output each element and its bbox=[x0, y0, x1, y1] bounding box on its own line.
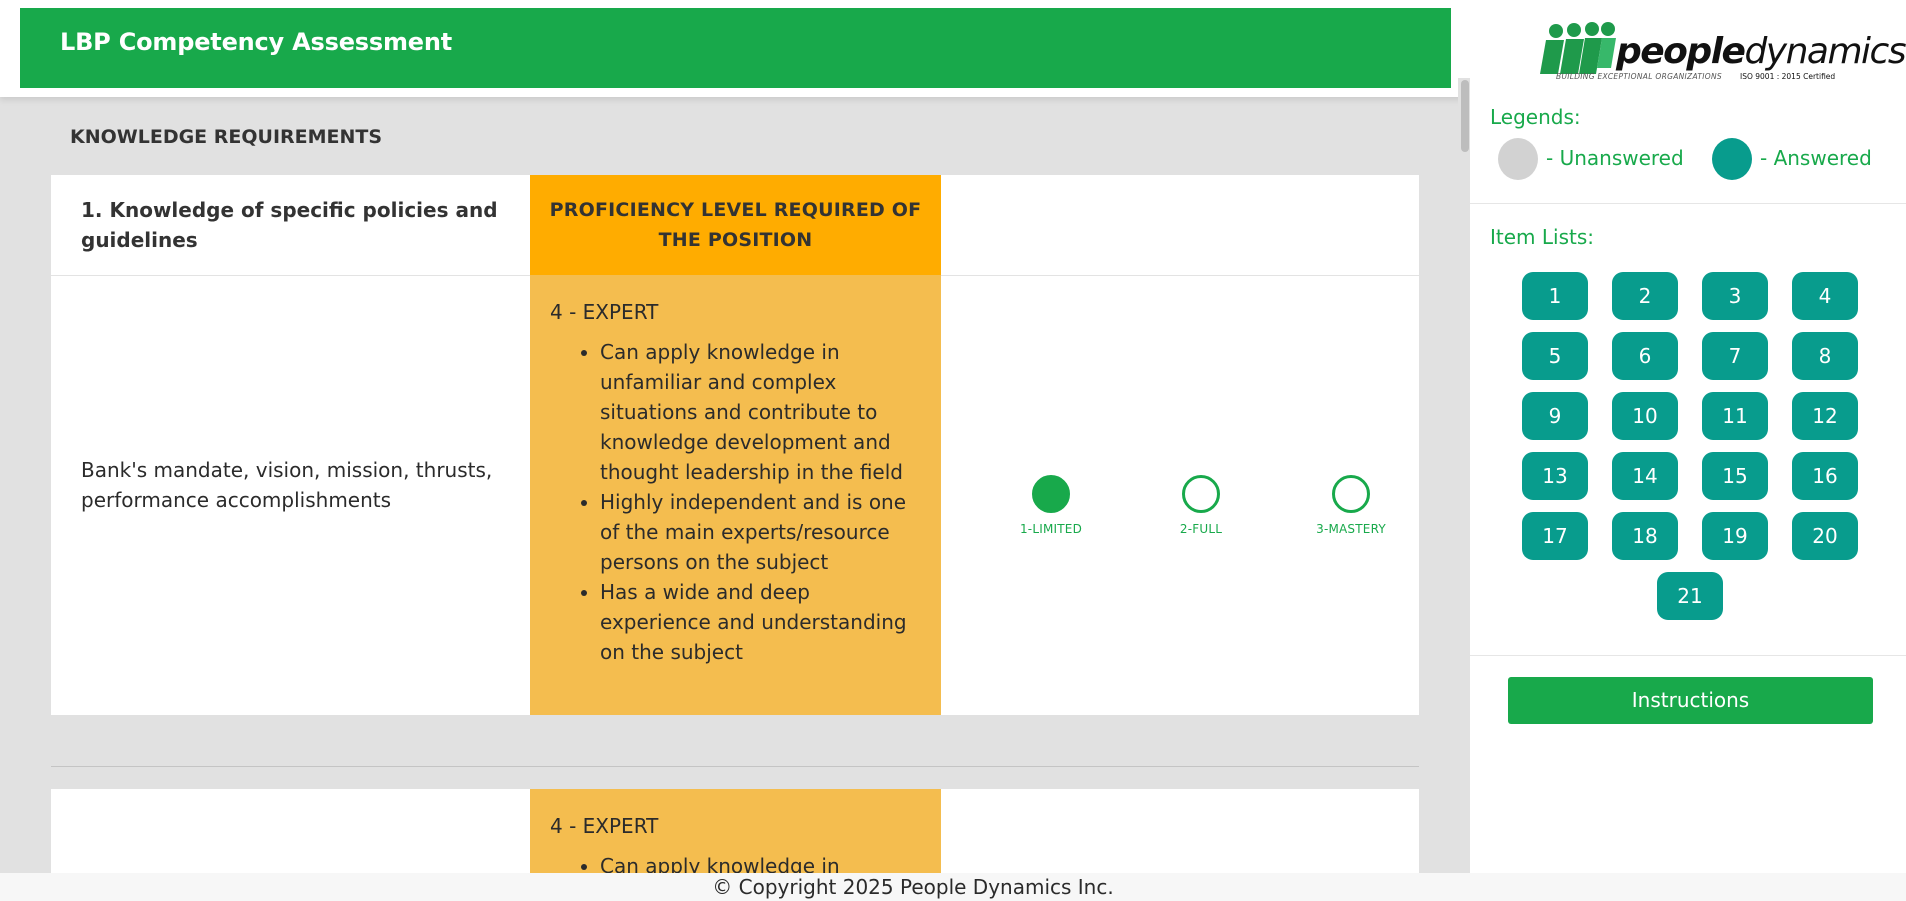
legend-answered-label: - Answered bbox=[1760, 146, 1872, 170]
divider bbox=[1470, 655, 1906, 656]
proficiency-header: PROFICIENCY LEVEL REQUIRED OF THE POSITI… bbox=[530, 175, 941, 275]
scrollbar-thumb[interactable] bbox=[1461, 80, 1469, 152]
divider bbox=[51, 766, 1419, 767]
page-title: LBP Competency Assessment bbox=[60, 28, 452, 56]
legend-unanswered-label: - Unanswered bbox=[1546, 146, 1684, 170]
legend: - Unanswered - Answered bbox=[1498, 138, 1898, 180]
logo-iso: ISO 9001 : 2015 Certified bbox=[1740, 72, 1836, 81]
item-button-10[interactable]: 10 bbox=[1612, 392, 1678, 440]
section-title: KNOWLEDGE REQUIREMENTS bbox=[70, 126, 383, 148]
proficiency-level: 4 - EXPERT bbox=[550, 300, 659, 324]
scrollbar-track[interactable] bbox=[1458, 78, 1470, 901]
proficiency-bullet: Can apply knowledge in unfamiliar and co… bbox=[600, 337, 921, 487]
main-content: LBP Competency Assessment KNOWLEDGE REQU… bbox=[0, 0, 1470, 901]
proficiency-description: 4 - EXPERT Can apply knowledge in unfami… bbox=[530, 275, 941, 715]
sidebar: peopledynamics BUILDING EXCEPTIONAL ORGA… bbox=[1470, 0, 1906, 873]
logo-word-light: dynamics bbox=[1744, 31, 1906, 72]
option-label: 3-MASTERY bbox=[1316, 522, 1386, 536]
item-lists-title: Item Lists: bbox=[1490, 225, 1595, 249]
legends-title: Legends: bbox=[1490, 105, 1581, 129]
item-button-15[interactable]: 15 bbox=[1702, 452, 1768, 500]
proficiency-bullet: Highly independent and is one of the mai… bbox=[600, 487, 921, 577]
question-card: 1. Knowledge of specific policies and gu… bbox=[51, 175, 1419, 715]
divider bbox=[1470, 203, 1906, 204]
item-button-20[interactable]: 20 bbox=[1792, 512, 1858, 560]
footer-copyright: © Copyright 2025 People Dynamics Inc. bbox=[0, 873, 1906, 901]
header-banner: LBP Competency Assessment bbox=[20, 8, 1451, 88]
proficiency-level: 4 - EXPERT bbox=[550, 814, 659, 838]
header-bar: LBP Competency Assessment bbox=[0, 0, 1470, 97]
item-button-18[interactable]: 18 bbox=[1612, 512, 1678, 560]
item-button-19[interactable]: 19 bbox=[1702, 512, 1768, 560]
instructions-button[interactable]: Instructions bbox=[1508, 677, 1873, 724]
radio-limited[interactable] bbox=[1032, 475, 1070, 513]
option-limited[interactable]: 1-LIMITED bbox=[991, 475, 1111, 536]
item-button-6[interactable]: 6 bbox=[1612, 332, 1678, 380]
item-button-4[interactable]: 4 bbox=[1792, 272, 1858, 320]
item-button-3[interactable]: 3 bbox=[1702, 272, 1768, 320]
radio-full[interactable] bbox=[1182, 475, 1220, 513]
rating-options: 1-LIMITED 2-FULL 3-MASTERY bbox=[991, 475, 1441, 555]
item-button-21[interactable]: 21 bbox=[1657, 572, 1723, 620]
item-button-14[interactable]: 14 bbox=[1612, 452, 1678, 500]
answered-dot-icon bbox=[1712, 138, 1752, 180]
option-label: 2-FULL bbox=[1179, 522, 1223, 536]
option-mastery[interactable]: 3-MASTERY bbox=[1291, 475, 1411, 536]
logo-wordmark: peopledynamics bbox=[1616, 31, 1906, 72]
logo-tagline: BUILDING EXCEPTIONAL ORGANIZATIONS bbox=[1556, 72, 1722, 81]
item-button-16[interactable]: 16 bbox=[1792, 452, 1858, 500]
unanswered-dot-icon bbox=[1498, 138, 1538, 180]
item-button-2[interactable]: 2 bbox=[1612, 272, 1678, 320]
item-button-12[interactable]: 12 bbox=[1792, 392, 1858, 440]
question-heading: 1. Knowledge of specific policies and gu… bbox=[81, 198, 498, 252]
option-label: 1-LIMITED bbox=[1019, 522, 1083, 536]
logo-word-bold: people bbox=[1616, 31, 1746, 72]
item-button-13[interactable]: 13 bbox=[1522, 452, 1588, 500]
proficiency-bullet: Has a wide and deep experience and under… bbox=[600, 577, 921, 667]
item-button-8[interactable]: 8 bbox=[1792, 332, 1858, 380]
radio-mastery[interactable] bbox=[1332, 475, 1370, 513]
item-button-7[interactable]: 7 bbox=[1702, 332, 1768, 380]
proficiency-bullets: Can apply knowledge in unfamiliar and co… bbox=[550, 337, 921, 667]
option-full[interactable]: 2-FULL bbox=[1141, 475, 1261, 536]
item-button-1[interactable]: 1 bbox=[1522, 272, 1588, 320]
item-button-5[interactable]: 5 bbox=[1522, 332, 1588, 380]
assessment-item-text: Bank's mandate, vision, mission, thrusts… bbox=[81, 458, 493, 512]
people-dynamics-logo: peopledynamics BUILDING EXCEPTIONAL ORGA… bbox=[1538, 20, 1906, 90]
item-button-17[interactable]: 17 bbox=[1522, 512, 1588, 560]
item-button-11[interactable]: 11 bbox=[1702, 392, 1768, 440]
item-button-9[interactable]: 9 bbox=[1522, 392, 1588, 440]
